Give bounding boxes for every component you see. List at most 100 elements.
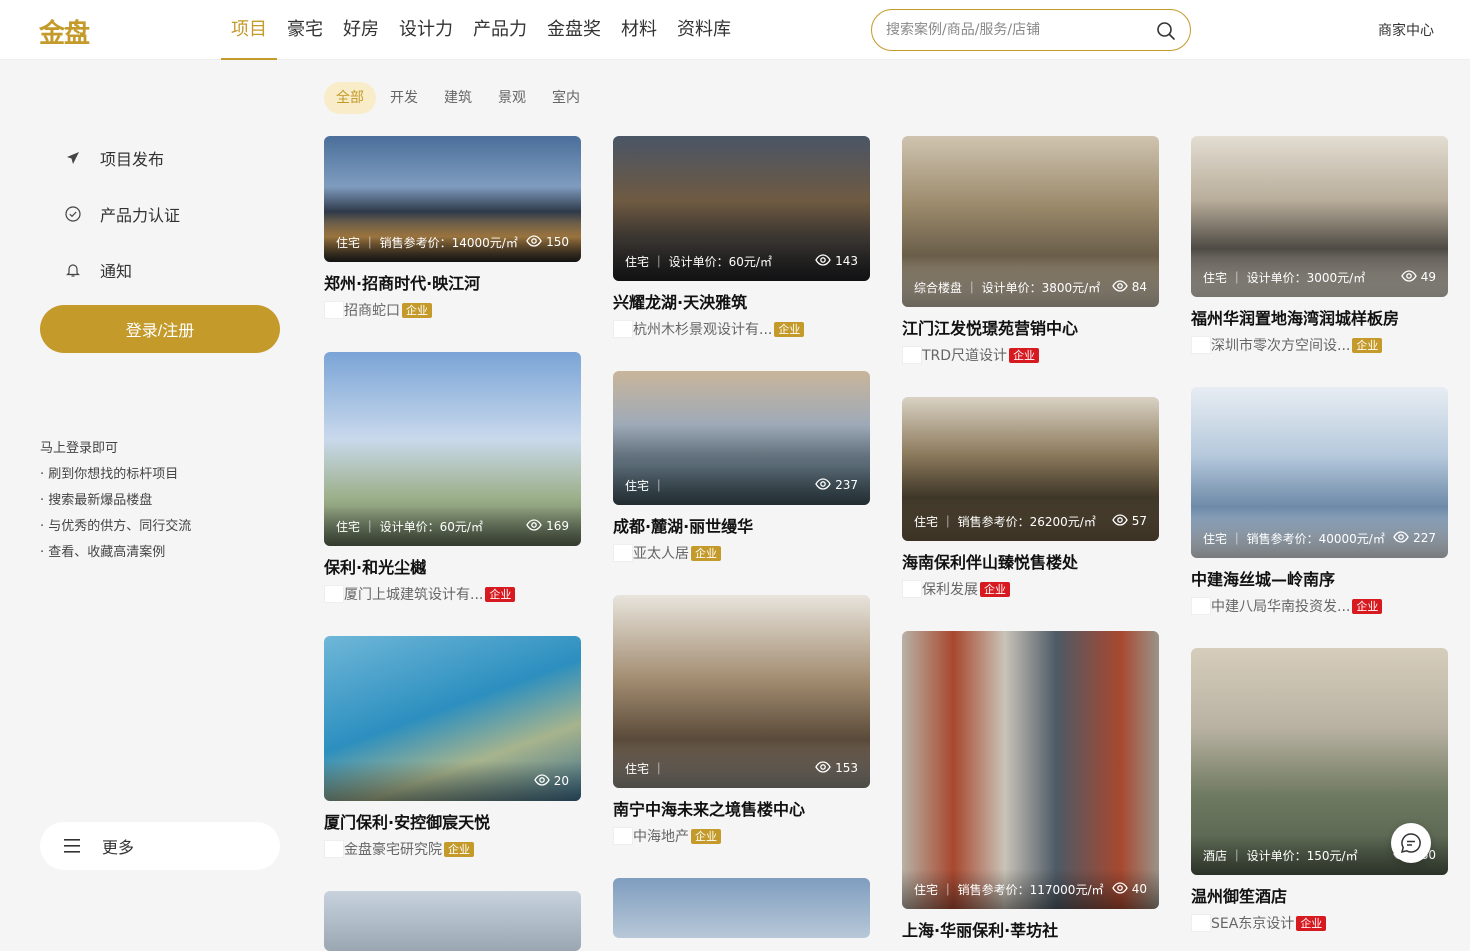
- filter-interior[interactable]: 室内: [540, 82, 592, 114]
- company-row[interactable]: TRD尺道设计 企业: [902, 345, 1159, 365]
- eye-icon: [1400, 269, 1421, 285]
- enterprise-badge: 企业: [980, 581, 1010, 597]
- sidebar-item-notifications[interactable]: 通知: [40, 242, 280, 298]
- site-logo[interactable]: 金盘: [28, 14, 100, 49]
- nav-item-award[interactable]: 金盘奖: [537, 0, 611, 60]
- company-row[interactable]: SEA东京设计 企业: [1191, 913, 1448, 933]
- filter-all[interactable]: 全部: [324, 82, 376, 114]
- project-title[interactable]: 兴耀龙湖·天泱雅筑: [613, 289, 870, 313]
- merchant-center-link[interactable]: 商家中心: [1378, 20, 1434, 40]
- filter-development[interactable]: 开发: [378, 82, 430, 114]
- search-icon[interactable]: [1156, 21, 1176, 41]
- nav-item-design[interactable]: 设计力: [389, 0, 463, 60]
- project-title[interactable]: 南宁中海未来之境售楼中心: [613, 796, 870, 820]
- search-input[interactable]: [886, 10, 1146, 50]
- image-overlay: 住宅 ｜ 销售参考价：117000元/㎡ 40: [902, 869, 1159, 909]
- eye-icon: [1111, 513, 1132, 529]
- project-card[interactable]: 酒店 ｜ 设计单价：150元/㎡160温州御笙酒店SEA东京设计企业: [1191, 648, 1448, 933]
- company-row[interactable]: 招商蛇口 企业: [324, 300, 581, 320]
- company-row[interactable]: 厦门上城建筑设计有... 企业: [324, 584, 581, 604]
- more-button[interactable]: 更多: [40, 822, 280, 870]
- project-title[interactable]: 温州御笙酒店: [1191, 883, 1448, 907]
- project-card[interactable]: 住宅 ｜ 237 成都·麓湖·丽世缦华亚太人居 企业: [613, 371, 870, 563]
- project-image[interactable]: 住宅 ｜ 设计单价：3000元/㎡ 49: [1191, 136, 1448, 297]
- image-overlay: 住宅 ｜ 设计单价：3000元/㎡ 49: [1191, 257, 1448, 297]
- sidebar-item-label: 项目发布: [100, 150, 165, 169]
- tip-line: · 查看、收藏高清案例: [40, 545, 166, 560]
- company-row[interactable]: 亚太人居 企业: [613, 543, 870, 563]
- company-row[interactable]: 中建八局华南投资发... 企业: [1191, 596, 1448, 616]
- category-filters: 全部 开发 建筑 景观 室内: [324, 82, 594, 114]
- project-card[interactable]: [613, 878, 870, 938]
- company-name: TRD尺道设计: [922, 348, 1008, 364]
- company-row[interactable]: 保利发展 企业: [902, 579, 1159, 599]
- company-name: 亚太人居: [633, 546, 689, 562]
- company-logo: [613, 544, 633, 562]
- tip-line: · 搜索最新爆品楼盘: [40, 493, 153, 508]
- enterprise-badge: 企业: [444, 841, 474, 857]
- project-title[interactable]: 上海·华丽保利·莘坊社: [902, 917, 1159, 941]
- project-card[interactable]: 住宅 ｜ 销售参考价：117000元/㎡ 40 上海·华丽保利·莘坊社: [902, 631, 1159, 941]
- project-meta: 住宅 ｜ 销售参考价：117000元/㎡: [914, 882, 1104, 897]
- sidebar-item-publish[interactable]: 项目发布: [40, 130, 280, 186]
- project-title[interactable]: 厦门保利·安控御宸天悦: [324, 809, 581, 833]
- eye-icon: [1393, 530, 1413, 546]
- project-image[interactable]: 住宅 ｜ 销售参考价：40000元/㎡ 227: [1191, 387, 1448, 558]
- enterprise-badge: 企业: [774, 321, 805, 337]
- filter-landscape[interactable]: 景观: [486, 82, 538, 114]
- project-card[interactable]: 住宅 ｜ 设计单价：3000元/㎡ 49 福州华润置地海湾润城样板房深圳市零次方空间…: [1191, 136, 1448, 355]
- check-circle-icon: [56, 204, 90, 224]
- image-overlay: 住宅 ｜ 153: [613, 748, 870, 788]
- project-image[interactable]: 住宅 ｜ 设计单价：60元/㎡ 143: [613, 136, 870, 281]
- filter-architecture[interactable]: 建筑: [432, 82, 484, 114]
- project-image[interactable]: 住宅 ｜ 153: [613, 595, 870, 788]
- project-image[interactable]: 20: [324, 636, 581, 801]
- project-title[interactable]: 郑州·招商时代·映江河: [324, 270, 581, 294]
- nav-item-product[interactable]: 产品力: [463, 0, 537, 60]
- project-card[interactable]: 综合楼盘 ｜ 设计单价：3800元/㎡ 84 江门江发悦璟苑营销中心 TRD尺道设计企…: [902, 136, 1159, 365]
- view-count: 49: [1400, 269, 1436, 285]
- project-title[interactable]: 海南保利伴山臻悦售楼处: [902, 549, 1159, 573]
- project-title[interactable]: 中建海丝城—岭南序: [1191, 566, 1448, 590]
- nav-item-materials[interactable]: 材料: [611, 0, 667, 60]
- project-card[interactable]: 住宅 ｜ 销售参考价：14000元/㎡ 150 郑州·招商时代·映江河招商蛇口 企业: [324, 136, 581, 320]
- project-image[interactable]: 综合楼盘 ｜ 设计单价：3800元/㎡ 84: [902, 136, 1159, 307]
- image-overlay: 20: [324, 761, 581, 801]
- view-count-value: 153: [835, 761, 858, 775]
- project-card[interactable]: 住宅 ｜ 设计单价：60元/㎡ 169 保利·和光尘樾厦门上城建筑设计有... 企业: [324, 352, 581, 604]
- project-image[interactable]: 住宅 ｜ 237: [613, 371, 870, 505]
- login-register-button[interactable]: 登录/注册: [40, 305, 280, 353]
- nav-item-luxury[interactable]: 豪宅: [277, 0, 333, 60]
- company-row[interactable]: 深圳市零次方空间设... 企业: [1191, 335, 1448, 355]
- project-card[interactable]: 20 厦门保利·安控御宸天悦金盘豪宅研究院 企业: [324, 636, 581, 859]
- project-image[interactable]: 住宅 ｜ 设计单价：60元/㎡ 169: [324, 352, 581, 546]
- company-logo: [1191, 597, 1211, 615]
- company-logo: [1191, 336, 1211, 354]
- nav-item-good-homes[interactable]: 好房: [333, 0, 389, 60]
- view-count-value: 49: [1420, 270, 1436, 284]
- project-card[interactable]: 住宅 ｜ 销售参考价：40000元/㎡ 227 中建海丝城—岭南序中建八局华南投资发…: [1191, 387, 1448, 616]
- project-image[interactable]: [324, 891, 581, 951]
- project-image[interactable]: 住宅 ｜ 销售参考价：26200元/㎡ 57: [902, 397, 1159, 541]
- image-overlay: 综合楼盘 ｜ 设计单价：3800元/㎡ 84: [902, 267, 1159, 307]
- project-card[interactable]: 住宅 ｜ 销售参考价：26200元/㎡ 57 海南保利伴山臻悦售楼处保利发展 企业: [902, 397, 1159, 599]
- project-image[interactable]: 住宅 ｜ 销售参考价：14000元/㎡ 150: [324, 136, 581, 262]
- company-row[interactable]: 杭州木杉景观设计有... 企业: [613, 319, 870, 339]
- project-image[interactable]: [613, 878, 870, 938]
- project-title[interactable]: 保利·和光尘樾: [324, 554, 581, 578]
- project-title[interactable]: 福州华润置地海湾润城样板房: [1191, 305, 1448, 329]
- company-row[interactable]: 金盘豪宅研究院 企业: [324, 839, 581, 859]
- project-image[interactable]: 住宅 ｜ 销售参考价：117000元/㎡ 40: [902, 631, 1159, 909]
- project-card[interactable]: 住宅 ｜ 设计单价：60元/㎡ 143 兴耀龙湖·天泱雅筑杭州木杉景观设计有... 企…: [613, 136, 870, 339]
- enterprise-badge: 企业: [1009, 347, 1040, 363]
- company-row[interactable]: 中海地产 企业: [613, 826, 870, 846]
- project-meta: 住宅 ｜: [625, 478, 665, 493]
- project-card[interactable]: 住宅 ｜ 153 南宁中海未来之境售楼中心中海地产 企业: [613, 595, 870, 846]
- sidebar-item-certification[interactable]: 产品力认证: [40, 186, 280, 242]
- project-title[interactable]: 成都·麓湖·丽世缦华: [613, 513, 870, 537]
- project-title[interactable]: 江门江发悦璟苑营销中心: [902, 315, 1159, 339]
- project-card[interactable]: [324, 891, 581, 951]
- nav-item-library[interactable]: 资料库: [667, 0, 741, 60]
- chat-button[interactable]: [1391, 823, 1431, 863]
- nav-item-projects[interactable]: 项目: [221, 0, 277, 60]
